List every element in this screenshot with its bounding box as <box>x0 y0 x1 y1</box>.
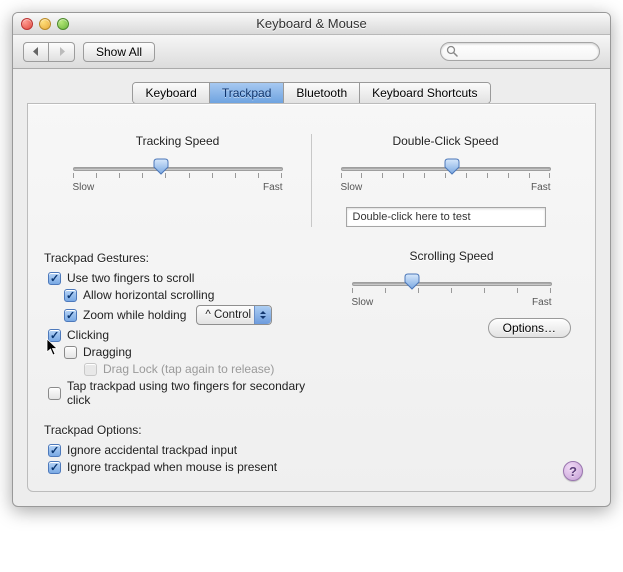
tab-keyboard[interactable]: Keyboard <box>133 83 209 103</box>
clicking-row[interactable]: Clicking <box>48 328 324 342</box>
ignore-mouse-checkbox[interactable] <box>48 461 61 474</box>
back-button[interactable] <box>23 42 49 62</box>
scrolling-speed-group: Scrolling Speed Slow Fast Options… <box>324 235 579 477</box>
zoom-modifier-value: ^ Control <box>205 309 251 321</box>
slider-thumb-icon[interactable] <box>404 273 420 290</box>
trackpad-panel: Tracking Speed Slow Fast Double-Clic <box>27 103 596 492</box>
scrolling-speed-label: Scrolling Speed <box>409 249 493 263</box>
tracking-speed-slider[interactable] <box>73 160 283 178</box>
options-heading: Trackpad Options: <box>44 423 324 437</box>
two-finger-scroll-checkbox[interactable] <box>48 272 61 285</box>
horizontal-scroll-label: Allow horizontal scrolling <box>83 288 214 302</box>
clicking-label: Clicking <box>67 328 109 342</box>
chevron-right-icon <box>58 47 66 56</box>
dragging-checkbox[interactable] <box>64 346 77 359</box>
scrolling-max-label: Fast <box>532 297 551 308</box>
tracking-speed-group: Tracking Speed Slow Fast <box>44 134 312 227</box>
gestures-column: Trackpad Gestures: Use two fingers to sc… <box>44 235 324 477</box>
forward-button[interactable] <box>49 42 75 62</box>
content: Keyboard Trackpad Bluetooth Keyboard Sho… <box>13 69 610 506</box>
two-finger-scroll-row[interactable]: Use two fingers to scroll <box>48 271 324 285</box>
ignore-accidental-checkbox[interactable] <box>48 444 61 457</box>
doubleclick-max-label: Fast <box>531 182 550 193</box>
two-finger-scroll-label: Use two fingers to scroll <box>67 271 194 285</box>
zoom-options-button[interactable]: Options… <box>488 318 571 338</box>
toolbar: Show All <box>13 35 610 69</box>
chevron-left-icon <box>32 47 40 56</box>
horizontal-scroll-row[interactable]: Allow horizontal scrolling <box>64 288 324 302</box>
doubleclick-speed-group: Double-Click Speed Slow Fast <box>312 134 579 227</box>
tab-bluetooth[interactable]: Bluetooth <box>284 83 360 103</box>
ignore-accidental-label: Ignore accidental trackpad input <box>67 443 237 457</box>
search-wrap <box>440 42 600 61</box>
close-icon[interactable] <box>21 18 33 30</box>
zoom-hold-label: Zoom while holding <box>83 308 186 322</box>
help-button[interactable]: ? <box>563 461 583 481</box>
dragging-row[interactable]: Dragging <box>64 345 324 359</box>
zoom-hold-checkbox[interactable] <box>64 309 77 322</box>
tracking-min-label: Slow <box>73 182 95 193</box>
scrolling-min-label: Slow <box>352 297 374 308</box>
ignore-mouse-label: Ignore trackpad when mouse is present <box>67 460 277 474</box>
prefs-window: Keyboard & Mouse Show All Keyboard Track… <box>12 12 611 507</box>
ignore-mouse-row[interactable]: Ignore trackpad when mouse is present <box>48 460 324 474</box>
select-arrows-icon <box>254 306 271 324</box>
speed-sliders: Tracking Speed Slow Fast Double-Clic <box>44 134 579 227</box>
titlebar: Keyboard & Mouse <box>13 13 610 35</box>
slider-thumb-icon[interactable] <box>444 158 460 175</box>
search-icon <box>446 45 458 60</box>
tracking-max-label: Fast <box>263 182 282 193</box>
dragging-label: Dragging <box>83 345 132 359</box>
search-input[interactable] <box>440 42 600 61</box>
window-title: Keyboard & Mouse <box>13 16 610 31</box>
minimize-icon[interactable] <box>39 18 51 30</box>
slider-thumb-icon[interactable] <box>153 158 169 175</box>
zoom-icon[interactable] <box>57 18 69 30</box>
tab-trackpad[interactable]: Trackpad <box>210 83 285 103</box>
doubleclick-test-field[interactable] <box>346 207 546 227</box>
drag-lock-label: Drag Lock (tap again to release) <box>103 362 274 376</box>
secondary-tap-checkbox[interactable] <box>48 387 61 400</box>
drag-lock-checkbox <box>84 363 97 376</box>
doubleclick-min-label: Slow <box>341 182 363 193</box>
secondary-tap-row[interactable]: Tap trackpad using two fingers for secon… <box>48 379 324 407</box>
drag-lock-row: Drag Lock (tap again to release) <box>84 362 324 376</box>
gestures-heading: Trackpad Gestures: <box>44 251 324 265</box>
secondary-tap-label: Tap trackpad using two fingers for secon… <box>67 379 324 407</box>
window-controls <box>13 18 69 30</box>
zoom-modifier-select[interactable]: ^ Control <box>196 305 272 325</box>
tracking-speed-label: Tracking Speed <box>136 134 220 148</box>
tab-bar: Keyboard Trackpad Bluetooth Keyboard Sho… <box>132 82 490 104</box>
clicking-checkbox[interactable] <box>48 329 61 342</box>
horizontal-scroll-checkbox[interactable] <box>64 289 77 302</box>
doubleclick-speed-label: Double-Click Speed <box>392 134 498 148</box>
doubleclick-speed-slider[interactable] <box>341 160 551 178</box>
scrolling-speed-slider[interactable] <box>352 275 552 293</box>
nav-segment <box>23 42 75 62</box>
show-all-button[interactable]: Show All <box>83 42 155 62</box>
zoom-hold-row[interactable]: Zoom while holding ^ Control <box>64 305 324 325</box>
ignore-accidental-row[interactable]: Ignore accidental trackpad input <box>48 443 324 457</box>
tab-keyboard-shortcuts[interactable]: Keyboard Shortcuts <box>360 83 489 103</box>
